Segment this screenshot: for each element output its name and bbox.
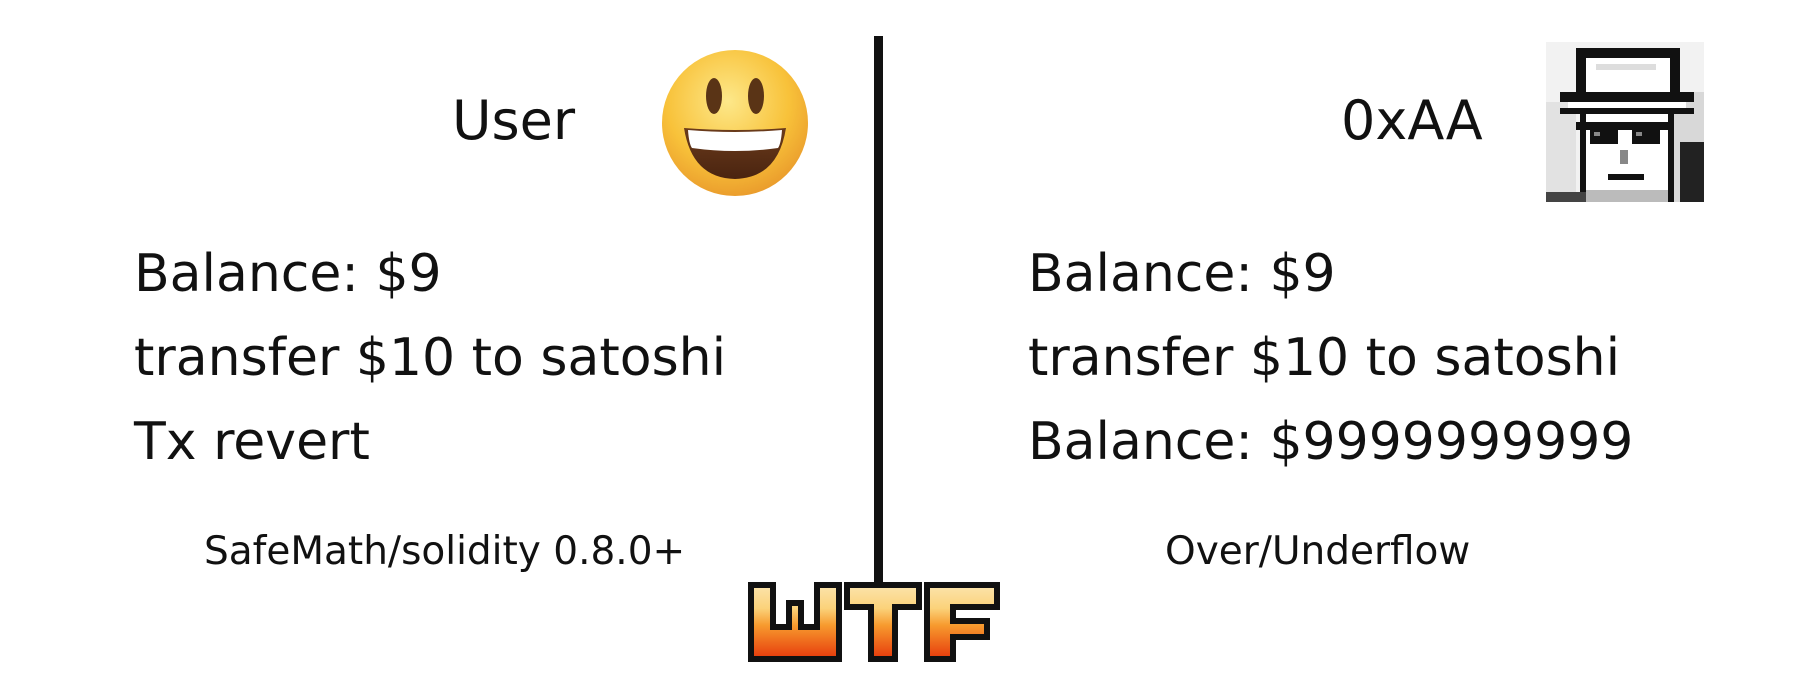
left-line-result: Tx revert	[134, 412, 370, 472]
right-line-balance: Balance: $9	[1028, 244, 1336, 304]
right-panel-note: Over/Underflow	[1165, 529, 1471, 574]
left-line-balance: Balance: $9	[134, 244, 442, 304]
left-panel-note: SafeMath/solidity 0.8.0+	[204, 529, 686, 574]
left-panel-lines: Balance: $9 transfer $10 to satoshi Tx r…	[134, 232, 726, 484]
right-line-result: Balance: $9999999999	[1028, 412, 1634, 472]
right-panel-lines: Balance: $9 transfer $10 to satoshi Bala…	[1028, 232, 1633, 484]
right-panel-title: 0xAA	[1341, 89, 1483, 152]
vertical-divider	[874, 36, 883, 596]
left-line-transfer: transfer $10 to satoshi	[134, 328, 727, 388]
left-panel-title: User	[452, 89, 576, 152]
wtf-logo	[748, 582, 1000, 662]
pixel-avatar-icon	[1546, 42, 1704, 202]
smiling-face-icon	[662, 50, 808, 196]
right-line-transfer: transfer $10 to satoshi	[1028, 328, 1621, 388]
